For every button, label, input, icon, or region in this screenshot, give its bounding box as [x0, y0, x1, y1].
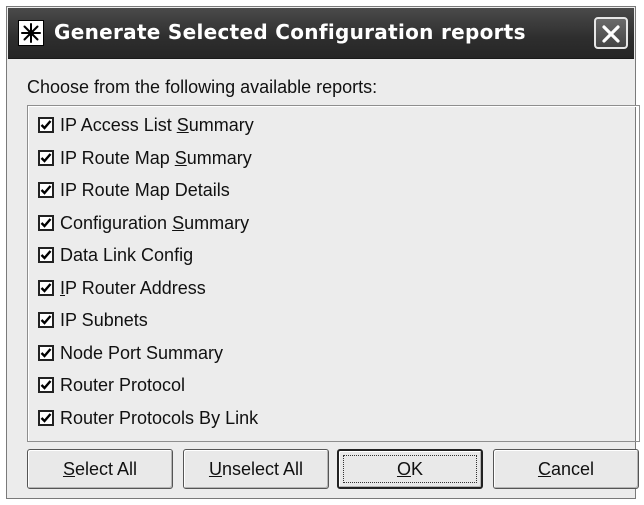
- instruction-text: Choose from the following available repo…: [27, 77, 378, 97]
- star-burst-icon: [18, 20, 44, 46]
- title-bar[interactable]: Generate Selected Configuration reports: [8, 8, 634, 59]
- report-item-router-protocols-by-link[interactable]: Router Protocols By Link: [38, 405, 258, 431]
- report-label: IP Route Map Summary: [60, 147, 252, 168]
- report-label: Router Protocol: [60, 374, 186, 395]
- checkmark-icon: [40, 283, 52, 293]
- unselect-all-button[interactable]: Unselect All: [183, 449, 329, 489]
- select-all-button[interactable]: Select All: [27, 449, 173, 489]
- report-item-ip-route-map-summary[interactable]: IP Route Map Summary: [38, 145, 252, 171]
- report-item-data-link-config[interactable]: Data Link Config: [38, 242, 193, 268]
- checkmark-icon: [40, 250, 52, 260]
- report-item-ip-router-address[interactable]: IP Router Address: [38, 275, 206, 301]
- report-label: Router Protocols By Link: [60, 407, 259, 428]
- checkmark-icon: [40, 153, 52, 163]
- report-checkbox[interactable]: [38, 312, 54, 328]
- report-label: IP Access List Summary: [60, 114, 254, 135]
- report-item-router-protocol[interactable]: Router Protocol: [38, 372, 185, 398]
- dialog-window: Generate Selected Configuration reports …: [6, 6, 640, 499]
- report-label: Node Port Summary: [60, 342, 224, 363]
- report-label: Data Link Config: [60, 244, 194, 265]
- report-label: IP Route Map Details: [60, 179, 230, 200]
- report-checkbox[interactable]: [38, 345, 54, 361]
- report-checkbox[interactable]: [38, 150, 54, 166]
- checkmark-icon: [40, 120, 52, 130]
- report-item-configuration-summary[interactable]: Configuration Summary: [38, 210, 249, 236]
- report-item-ip-access-list-summary[interactable]: IP Access List Summary: [38, 112, 254, 138]
- checkmark-icon: [40, 380, 52, 390]
- report-label: IP Subnets: [60, 309, 148, 330]
- report-checkbox[interactable]: [38, 117, 54, 133]
- checkmark-icon: [40, 315, 52, 325]
- close-button[interactable]: [594, 17, 628, 49]
- checkmark-icon: [40, 348, 52, 358]
- close-x-icon: [602, 25, 620, 43]
- report-checkbox[interactable]: [38, 377, 54, 393]
- checkmark-icon: [40, 185, 52, 195]
- report-label: Configuration Summary: [60, 212, 250, 233]
- checkmark-icon: [40, 218, 52, 228]
- report-item-ip-route-map-details[interactable]: IP Route Map Details: [38, 177, 230, 203]
- report-item-node-port-summary[interactable]: Node Port Summary: [38, 340, 223, 366]
- report-list: IP Access List Summary IP Route Map Summ…: [27, 105, 640, 442]
- report-item-ip-subnets[interactable]: IP Subnets: [38, 307, 148, 333]
- report-label: IP Router Address: [60, 277, 206, 298]
- report-checkbox[interactable]: [38, 215, 54, 231]
- checkmark-icon: [40, 413, 52, 423]
- report-checkbox[interactable]: [38, 182, 54, 198]
- report-checkbox[interactable]: [38, 280, 54, 296]
- dialog-title: Generate Selected Configuration reports: [54, 20, 526, 44]
- report-checkbox[interactable]: [38, 410, 54, 426]
- cancel-button[interactable]: Cancel: [493, 449, 639, 489]
- report-checkbox[interactable]: [38, 247, 54, 263]
- ok-button[interactable]: OK: [337, 449, 483, 489]
